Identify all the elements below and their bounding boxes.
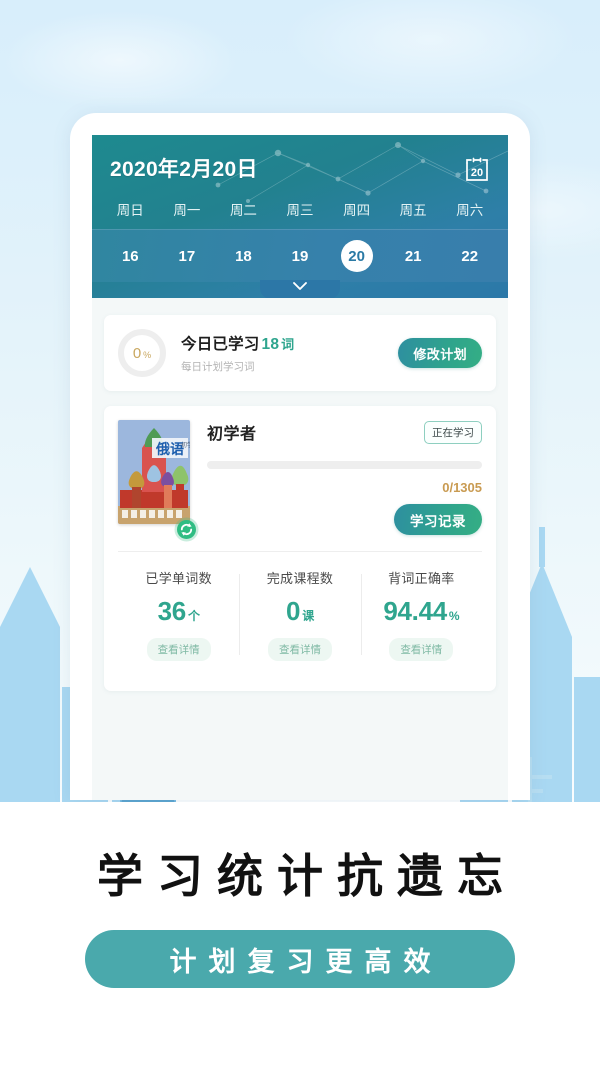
stat-label: 已学单词数 xyxy=(145,571,212,586)
stat-value: 36 xyxy=(157,596,187,626)
stat-label: 背词正确率 xyxy=(388,571,455,586)
date-cell-17[interactable]: 17 xyxy=(159,248,216,265)
book-cover-subtitle: 初学 xyxy=(181,441,190,449)
date-cell-label: 18 xyxy=(235,247,252,265)
progress-ring-value: 0 xyxy=(132,344,142,362)
calendar-icon-day: 20 xyxy=(471,167,483,179)
stats-row: 已学单词数 36 个 查看详情 完成课程数 0课 查看详情 背词正确率 94.4… xyxy=(118,552,482,679)
stat-courses-completed: 完成课程数 0课 查看详情 xyxy=(239,568,360,661)
stat-detail-button[interactable]: 查看详情 xyxy=(389,638,454,661)
progress-ring-unit: % xyxy=(143,349,152,360)
weekday-thu: 周四 xyxy=(343,203,371,218)
weekday-tue: 周二 xyxy=(229,203,257,218)
calendar-header: 2020年2月20日 20 周日 周一 周二 周三 周四 周五 周六 16 17… xyxy=(92,135,508,298)
stat-value: 94.44 xyxy=(383,596,447,626)
weekday-fri: 周五 xyxy=(399,203,427,218)
stat-words-learned: 已学单词数 36 个 查看详情 xyxy=(118,568,239,661)
course-title-row: 初学者 正在学习 xyxy=(207,420,482,444)
weekday-sat: 周六 xyxy=(456,203,484,218)
daily-progress-card: 0% 今日已学习 18 词 每日计划学习词 修改计划 xyxy=(104,315,496,391)
course-progress-bar xyxy=(207,461,482,469)
phone-frame: 2020年2月20日 20 周日 周一 周二 周三 周四 周五 周六 16 17… xyxy=(70,113,530,800)
stat-value: 0 xyxy=(286,596,301,626)
app-screen: 2020年2月20日 20 周日 周一 周二 周三 周四 周五 周六 16 17… xyxy=(92,135,508,800)
stat-unit: 个 xyxy=(187,609,200,623)
stat-detail-button[interactable]: 查看详情 xyxy=(267,638,332,661)
app-screenshot: 2020年2月20日 20 周日 周一 周二 周三 周四 周五 周六 16 17… xyxy=(0,0,600,1067)
weekday-mon: 周一 xyxy=(173,203,201,218)
weekday-sun: 周日 xyxy=(116,203,144,218)
progress-ring: 0% xyxy=(118,329,166,377)
progress-ring-text: 0% xyxy=(133,345,151,362)
date-cell-label: 19 xyxy=(291,247,309,265)
promo-footer: 学习统计抗遗忘 计划复习更高效 xyxy=(0,802,600,1067)
stat-label: 完成课程数 xyxy=(266,571,334,586)
stat-value-wrapper: 0课 xyxy=(239,596,360,627)
date-cell-label: 22 xyxy=(461,247,479,265)
course-action-row: 学习记录 xyxy=(207,504,482,535)
calendar-icon[interactable]: 20 xyxy=(464,155,490,182)
progress-text-block: 今日已学习 18 词 每日计划学习词 xyxy=(166,332,398,374)
promo-subline-pill: 计划复习更高效 xyxy=(85,930,515,988)
calendar-expand-tab[interactable] xyxy=(260,280,340,298)
today-learned-count: 18 xyxy=(261,336,280,353)
course-top-row: 俄语 初学 xyxy=(118,420,482,542)
refresh-icon[interactable] xyxy=(174,517,199,542)
date-cell-22[interactable]: 22 xyxy=(441,248,498,265)
stat-detail-button[interactable]: 查看详情 xyxy=(146,638,211,661)
date-cell-label: 20 xyxy=(340,240,373,272)
chevron-down-icon xyxy=(293,282,307,290)
edit-plan-button[interactable]: 修改计划 xyxy=(398,338,482,368)
today-learned-unit: 词 xyxy=(281,337,295,352)
book-cover-wrapper[interactable]: 俄语 初学 xyxy=(118,420,199,542)
today-learned-line: 今日已学习 18 词 xyxy=(181,332,398,354)
course-card: 俄语 初学 xyxy=(104,406,496,691)
daily-plan-subtitle: 每日计划学习词 xyxy=(181,361,255,373)
stat-accuracy: 背词正确率 94.44% 查看详情 xyxy=(360,568,482,661)
course-name: 初学者 xyxy=(207,426,257,443)
stat-unit: 课 xyxy=(302,609,314,623)
date-cell-label: 17 xyxy=(178,247,196,265)
status-badge: 正在学习 xyxy=(424,420,482,444)
date-row: 16 17 18 19 20 21 22 xyxy=(92,229,508,298)
stat-value-wrapper: 36 个 xyxy=(118,596,239,627)
book-cover: 俄语 初学 xyxy=(118,420,190,524)
book-cover-illustration: 俄语 初学 xyxy=(118,420,190,524)
course-details: 初学者 正在学习 0/1305 学习记录 xyxy=(190,420,482,535)
weekday-row: 周日 周一 周二 周三 周四 周五 周六 xyxy=(92,189,508,229)
date-cell-label: 16 xyxy=(121,247,139,265)
book-cover-title: 俄语 xyxy=(155,441,184,457)
date-cell-16[interactable]: 16 xyxy=(102,248,159,265)
date-cell-20-selected[interactable]: 20 xyxy=(328,240,385,272)
study-record-button[interactable]: 学习记录 xyxy=(394,504,482,535)
date-cell-19[interactable]: 19 xyxy=(272,248,329,265)
weekday-wed: 周三 xyxy=(286,203,314,218)
stat-unit: % xyxy=(448,609,460,623)
date-cell-21[interactable]: 21 xyxy=(385,248,442,265)
current-date-title: 2020年2月20日 xyxy=(110,158,258,181)
stat-value-wrapper: 94.44% xyxy=(361,596,482,627)
today-learned-label: 今日已学习 xyxy=(181,336,260,353)
date-cell-label: 21 xyxy=(404,247,422,265)
promo-headline: 学习统计抗遗忘 xyxy=(97,850,517,902)
calendar-title-row: 2020年2月20日 20 xyxy=(92,135,508,189)
date-cell-18[interactable]: 18 xyxy=(215,248,272,265)
course-progress-text: 0/1305 xyxy=(442,480,482,495)
